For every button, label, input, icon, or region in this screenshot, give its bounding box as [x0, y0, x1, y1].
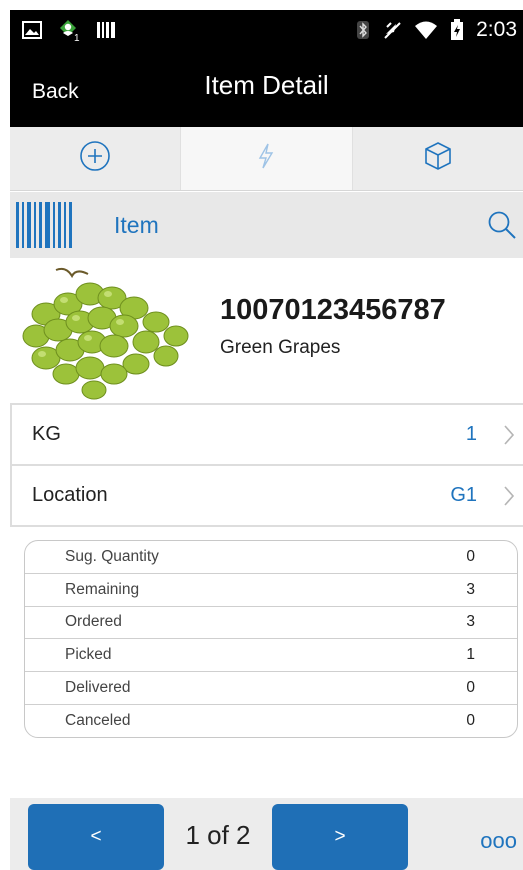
table-row: Picked 1 [25, 639, 517, 673]
qty-label: Canceled [65, 712, 131, 730]
tab-add[interactable] [10, 127, 182, 190]
item-number: 10070123456787 [220, 294, 446, 326]
table-row: Remaining 3 [25, 574, 517, 607]
page-title: Item Detail [204, 70, 329, 100]
item-header: 10070123456787 Green Grapes [10, 258, 523, 403]
item-image [16, 264, 196, 407]
qty-value: 0 [466, 679, 475, 697]
wifi-icon [414, 20, 438, 40]
item-description: Green Grapes [220, 337, 341, 358]
tab-actions[interactable] [181, 127, 353, 190]
account-sync-icon: 1 [56, 18, 82, 42]
row-location-label: Location [32, 484, 108, 506]
box-icon [423, 140, 453, 177]
bluetooth-icon [356, 20, 370, 40]
battery-icon [450, 19, 464, 41]
search-icon[interactable] [487, 210, 517, 240]
table-row: Canceled 0 [25, 705, 517, 737]
status-bar: 1 2:03 [10, 10, 523, 50]
chevron-right-icon [499, 424, 519, 446]
qty-label: Delivered [65, 679, 131, 697]
qty-value: 3 [466, 613, 475, 631]
add-circle-icon [79, 140, 111, 177]
tab-container[interactable] [353, 127, 523, 190]
qty-value: 3 [466, 580, 475, 598]
table-row: Delivered 0 [25, 672, 517, 705]
table-row: Ordered 3 [25, 607, 517, 640]
mute-icon [382, 20, 402, 40]
scan-item-label[interactable]: Item [114, 212, 487, 239]
quantity-table: Sug. Quantity 0 Remaining 3 Ordered 3 Pi… [24, 540, 518, 738]
qty-value: 1 [466, 646, 475, 664]
qty-label: Ordered [65, 613, 122, 631]
next-button[interactable]: > [272, 804, 408, 870]
svg-text:1: 1 [74, 33, 80, 42]
row-uom-value: 1 [465, 423, 477, 445]
qty-label: Remaining [65, 580, 140, 598]
table-row: Sug. Quantity 0 [25, 541, 517, 574]
row-uom-label: KG [32, 423, 61, 445]
tab-bar [10, 127, 523, 191]
lightning-icon [256, 142, 276, 175]
detail-list: KG 1 Location G1 [10, 403, 523, 527]
row-location[interactable]: Location G1 [10, 466, 523, 527]
image-icon [22, 21, 42, 39]
page-indicator: 1 of 2 [185, 820, 251, 850]
barcode-icon[interactable] [16, 200, 72, 250]
chevron-right-icon [499, 485, 519, 507]
title-bar: Back Item Detail [10, 50, 523, 127]
qty-label: Picked [65, 646, 112, 664]
row-location-value: G1 [450, 484, 477, 506]
footer-bar: < 1 of 2 > ooo [10, 798, 523, 870]
qty-label: Sug. Quantity [65, 547, 159, 565]
row-uom[interactable]: KG 1 [10, 405, 523, 466]
clock: 2:03 [476, 18, 517, 41]
previous-button[interactable]: < [28, 804, 164, 870]
scan-bar: Item [10, 192, 523, 258]
more-menu-button[interactable]: ooo [480, 828, 517, 854]
qty-value: 0 [466, 712, 475, 730]
barcode-icon [96, 20, 116, 40]
qty-value: 0 [466, 547, 475, 565]
